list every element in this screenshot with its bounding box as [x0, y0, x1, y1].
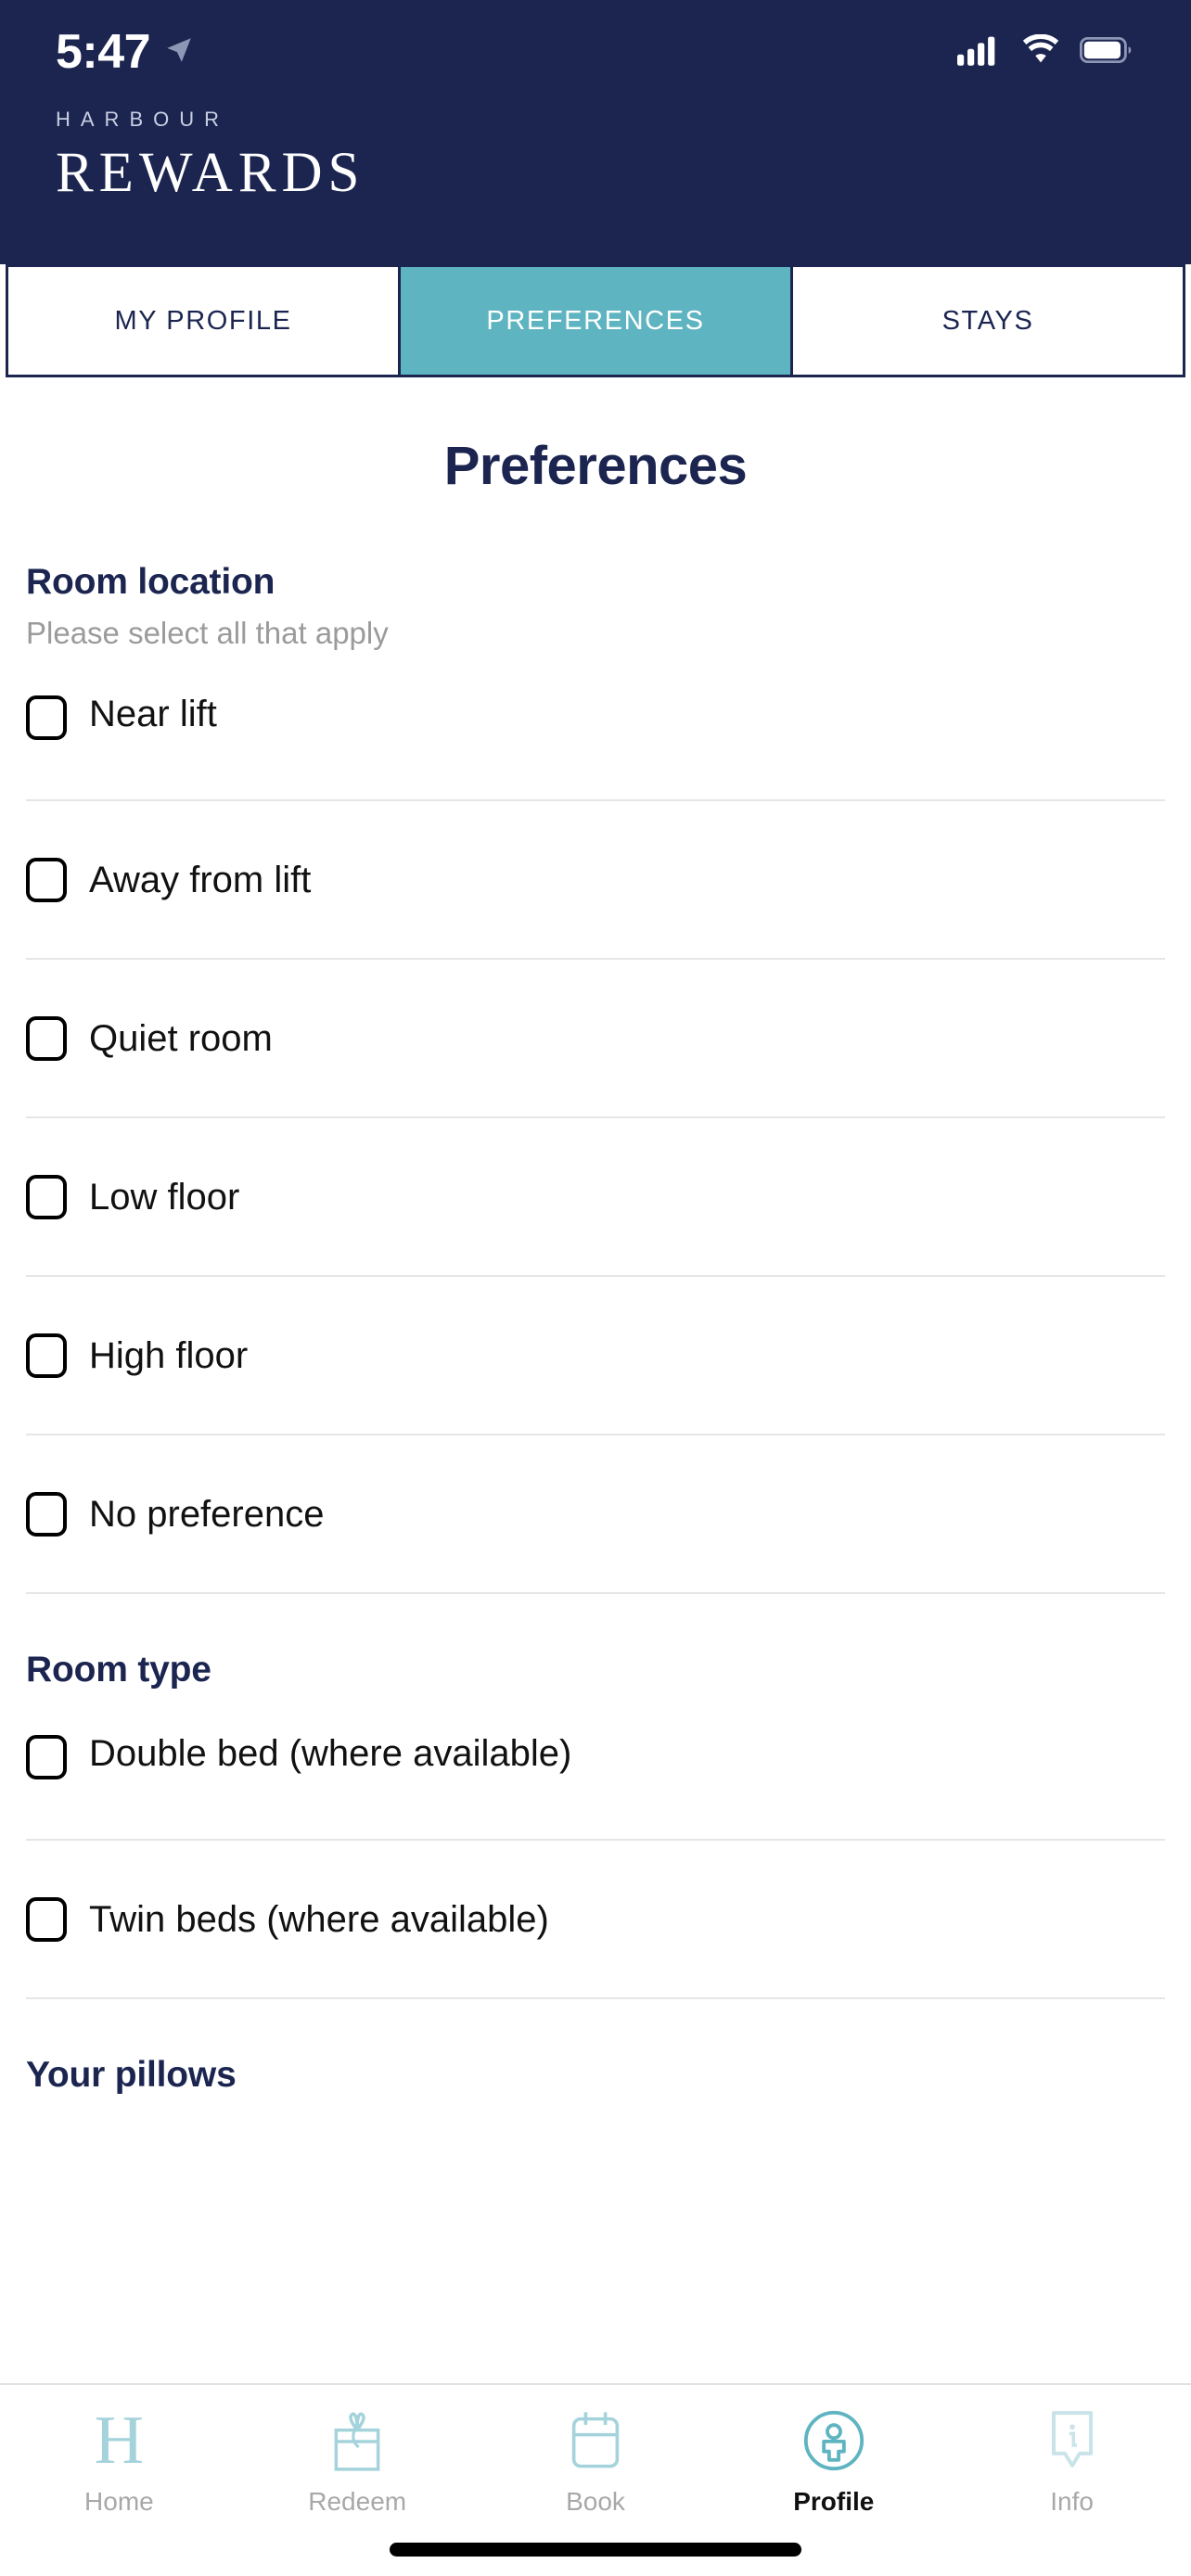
preferences-scroll-area[interactable]: Preferences Room location Please select …	[0, 377, 1191, 2383]
section-subtitle: Please select all that apply	[26, 616, 389, 650]
option-label: Low floor	[89, 1176, 240, 1218]
tab-preferences[interactable]: PREFERENCES	[401, 267, 793, 375]
checkbox-double-bed[interactable]	[26, 1735, 67, 1779]
status-bar-clock: 5:47	[56, 25, 151, 79]
status-bar-right	[957, 33, 1133, 70]
room-type-options: Double bed (where available) Twin beds (…	[26, 1715, 1165, 1999]
checkbox-quiet-room[interactable]	[26, 1015, 67, 1061]
calendar-icon	[568, 2405, 623, 2476]
harbour-h-icon: H	[94, 2402, 145, 2479]
option-label: Away from lift	[89, 859, 312, 900]
nav-label: Redeem	[308, 2487, 407, 2516]
option-row[interactable]: Double bed (where available)	[26, 1715, 1165, 1841]
option-row[interactable]: No preference	[26, 1435, 1165, 1594]
checkbox-twin-beds[interactable]	[26, 1896, 67, 1942]
option-label: Near lift	[89, 694, 217, 734]
option-label: Quiet room	[89, 1017, 273, 1059]
info-bubble-icon	[1045, 2405, 1099, 2476]
checkbox-high-floor[interactable]	[26, 1333, 67, 1378]
brand-line-harbour: HARBOUR	[56, 108, 230, 131]
section-room-location: Room location Please select all that app…	[26, 562, 1165, 1594]
option-row[interactable]: High floor	[26, 1277, 1165, 1435]
option-row[interactable]: Low floor	[26, 1118, 1165, 1277]
nav-label: Profile	[793, 2487, 875, 2516]
nav-label: Book	[566, 2487, 625, 2516]
brand-lockup: HARBOUR REWARDS	[56, 108, 365, 204]
checkbox-near-lift[interactable]	[26, 695, 67, 740]
section-title: Your pillows	[26, 2055, 237, 2095]
option-label: Double bed (where available)	[89, 1733, 572, 1774]
room-location-options: Near lift Away from lift Quiet room Low …	[26, 675, 1165, 1594]
person-circle-icon	[802, 2405, 865, 2476]
page-title: Preferences	[443, 436, 748, 496]
checkbox-low-floor[interactable]	[26, 1174, 67, 1219]
home-indicator-area	[0, 2522, 1191, 2576]
section-your-pillows: Your pillows	[26, 2055, 1165, 2096]
option-row[interactable]: Near lift	[26, 675, 1165, 801]
option-label: High floor	[89, 1334, 249, 1376]
home-indicator[interactable]	[390, 2542, 801, 2557]
option-row[interactable]: Quiet room	[26, 960, 1165, 1118]
checkbox-away-from-lift[interactable]	[26, 857, 67, 902]
option-row[interactable]: Away from lift	[26, 801, 1165, 960]
brand-line-rewards: REWARDS	[56, 142, 365, 204]
wifi-icon	[1020, 33, 1061, 70]
nav-label: Home	[84, 2487, 154, 2516]
status-bar: 5:47	[0, 0, 1191, 104]
gift-box-icon	[328, 2405, 386, 2476]
cellular-signal-icon	[957, 34, 1002, 70]
app-header: 5:47 HARBOUR REWARDS	[0, 0, 1191, 264]
section-title: Room location	[26, 562, 275, 602]
status-bar-left: 5:47	[56, 28, 195, 76]
option-label: Twin beds (where available)	[89, 1898, 549, 1940]
tab-stays[interactable]: STAYS	[793, 267, 1183, 375]
tab-my-profile[interactable]: MY PROFILE	[8, 267, 401, 375]
section-room-type: Room type Double bed (where available) T…	[26, 1650, 1165, 1999]
profile-tab-bar: MY PROFILE PREFERENCES STAYS	[6, 264, 1185, 377]
battery-icon	[1079, 36, 1133, 69]
option-row[interactable]: Twin beds (where available)	[26, 1841, 1165, 1999]
option-label: No preference	[89, 1493, 325, 1535]
app-screen: 5:47 HARBOUR REWARDS MY PROFILE PREFEREN…	[0, 0, 1191, 2576]
location-arrow-icon	[163, 34, 195, 70]
checkbox-no-preference[interactable]	[26, 1491, 67, 1537]
section-title: Room type	[26, 1650, 211, 1690]
nav-label: Info	[1050, 2487, 1094, 2516]
